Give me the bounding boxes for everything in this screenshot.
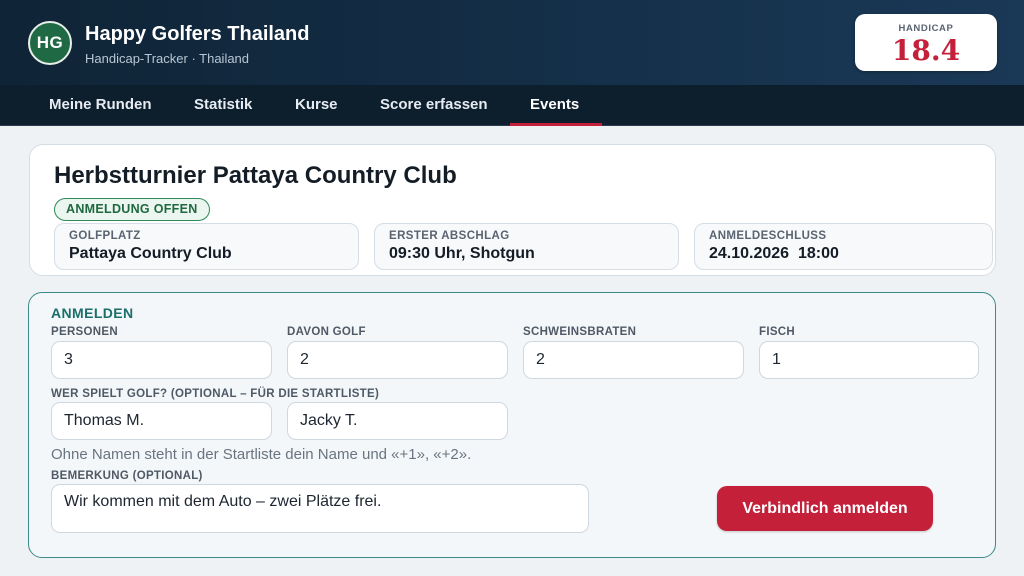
remark-textarea[interactable]: Wir kommen mit dem Auto – zwei Plätze fr… (51, 484, 589, 533)
info-anmeldeschluss: ANMELDESCHLUSS 24.10.2026 18:00 (694, 223, 993, 270)
event-card: Herbstturnier Pattaya Country Club ANMEL… (29, 144, 996, 276)
personen-input[interactable]: 3 (51, 341, 272, 379)
handicap-card: HANDICAP 18.4 (855, 14, 997, 71)
info-value: 24.10.2026 18:00 (709, 245, 839, 262)
info-erster-abschlag: ERSTER ABSCHLAG 09:30 Uhr, Shotgun (374, 223, 679, 270)
players-label: WER SPIELT GOLF? (OPTIONAL – FÜR DIE STA… (51, 388, 380, 400)
app-header: HG Happy Golfers Thailand Handicap-Track… (0, 0, 1024, 85)
schweinsbraten-input[interactable]: 2 (523, 341, 744, 379)
form-title: ANMELDEN (51, 305, 134, 321)
app-title: Happy Golfers Thailand (85, 23, 310, 45)
remark-label: BEMERKUNG (OPTIONAL) (51, 470, 203, 482)
info-golfplatz: GOLFPLATZ Pattaya Country Club (54, 223, 359, 270)
schweinsbraten-label: SCHWEINSBRATEN (523, 326, 637, 338)
app-subtitle: Handicap-Tracker · Thailand (85, 51, 250, 66)
players-hint: Ohne Namen steht in der Startliste dein … (51, 446, 472, 463)
handicap-label: HANDICAP (898, 23, 954, 34)
info-value: 09:30 Uhr, Shotgun (389, 245, 535, 262)
player-name-input-2[interactable]: Jacky T. (287, 402, 508, 440)
davon-golf-label: DAVON GOLF (287, 326, 366, 338)
handicap-value: 18.4 (891, 34, 961, 67)
main-nav: Meine Runden Statistik Kurse Score erfas… (0, 85, 1024, 126)
personen-label: PERSONEN (51, 326, 118, 338)
player-name-input-1[interactable]: Thomas M. (51, 402, 272, 440)
submit-registration-button[interactable]: Verbindlich anmelden (717, 486, 933, 531)
info-label: ANMELDESCHLUSS (709, 230, 827, 242)
nav-item-events[interactable]: Events (510, 85, 602, 126)
davon-golf-input[interactable]: 2 (287, 341, 508, 379)
fisch-input[interactable]: 1 (759, 341, 979, 379)
status-badge: ANMELDUNG OFFEN (54, 198, 210, 221)
nav-item-score-erfassen[interactable]: Score erfassen (360, 85, 508, 126)
info-label: GOLFPLATZ (69, 230, 141, 242)
nav-item-statistik[interactable]: Statistik (174, 85, 272, 126)
info-label: ERSTER ABSCHLAG (389, 230, 510, 242)
registration-form: ANMELDEN PERSONEN 3 DAVON GOLF 2 SCHWEIN… (28, 292, 996, 558)
nav-item-meine-runden[interactable]: Meine Runden (29, 85, 172, 126)
app-logo: HG (28, 21, 72, 65)
nav-item-kurse[interactable]: Kurse (275, 85, 358, 126)
fisch-label: FISCH (759, 326, 795, 338)
event-title: Herbstturnier Pattaya Country Club (54, 162, 457, 189)
info-value: Pattaya Country Club (69, 245, 232, 262)
